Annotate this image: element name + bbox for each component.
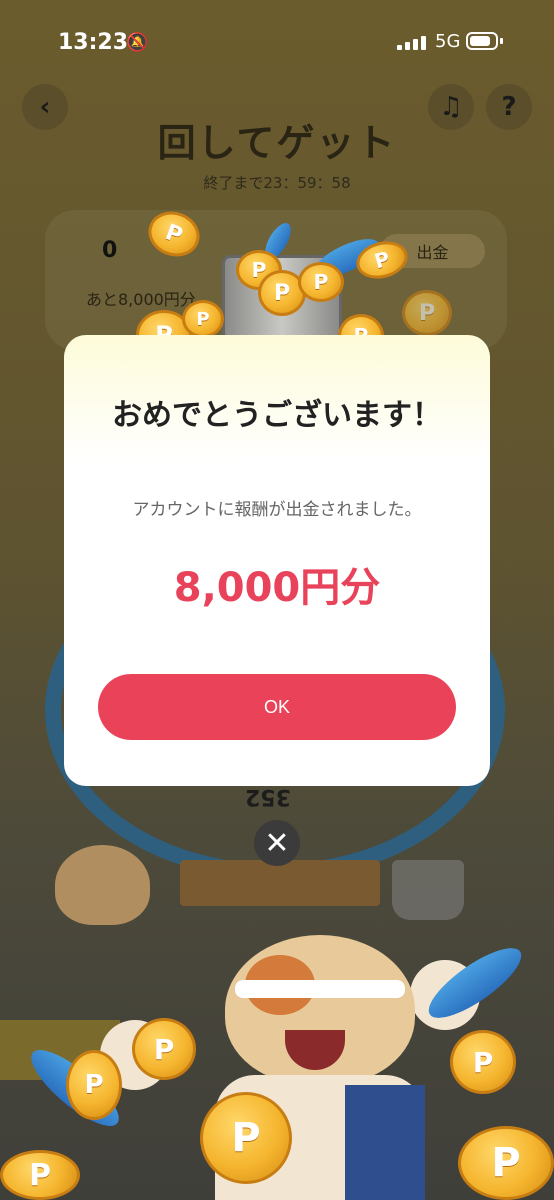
countdown-timer: 終了まで23：59：58 bbox=[203, 174, 351, 192]
coin-icon: P bbox=[458, 1126, 554, 1200]
coin-icon: P bbox=[182, 300, 224, 338]
coin-icon: P bbox=[132, 1018, 196, 1080]
coin-icon: P bbox=[66, 1050, 122, 1120]
dialog-title: おめでとうございます！ bbox=[112, 398, 442, 433]
wheel-stand bbox=[180, 860, 380, 906]
signal-icon bbox=[397, 34, 427, 50]
muted-bell-icon: 🔕 bbox=[126, 32, 149, 53]
dialog-message: アカウントに報酬が出金されました。 bbox=[132, 500, 422, 520]
wheel-segment-value: 352 bbox=[245, 784, 291, 809]
close-icon: ✕ bbox=[264, 825, 290, 861]
game-title: 回してゲット bbox=[157, 121, 397, 165]
coin-icon: P bbox=[0, 1150, 80, 1200]
reward-dialog: おめでとうございます！ アカウントに報酬が出金されました。 8,000円分 OK bbox=[64, 335, 490, 786]
network-type: 5G bbox=[435, 31, 461, 52]
battery-tip bbox=[500, 38, 503, 44]
status-bar: 13:23 🔕 5G bbox=[0, 0, 554, 80]
battery-icon bbox=[466, 32, 498, 50]
cat-mascot-small bbox=[55, 845, 150, 925]
ok-button[interactable]: OK bbox=[98, 674, 456, 740]
bucket-small bbox=[392, 860, 464, 920]
close-button[interactable]: ✕ bbox=[254, 820, 300, 866]
coin-icon: P bbox=[402, 290, 452, 336]
balance-value: 0 bbox=[102, 238, 118, 263]
coin-icon: P bbox=[450, 1030, 516, 1094]
coin-icon: P bbox=[200, 1092, 292, 1184]
remaining-amount: あと8,000円分 bbox=[86, 290, 196, 309]
coin-icon: P bbox=[298, 262, 344, 302]
reward-amount: 8,000円分 bbox=[173, 565, 381, 611]
status-time: 13:23 bbox=[58, 30, 129, 55]
